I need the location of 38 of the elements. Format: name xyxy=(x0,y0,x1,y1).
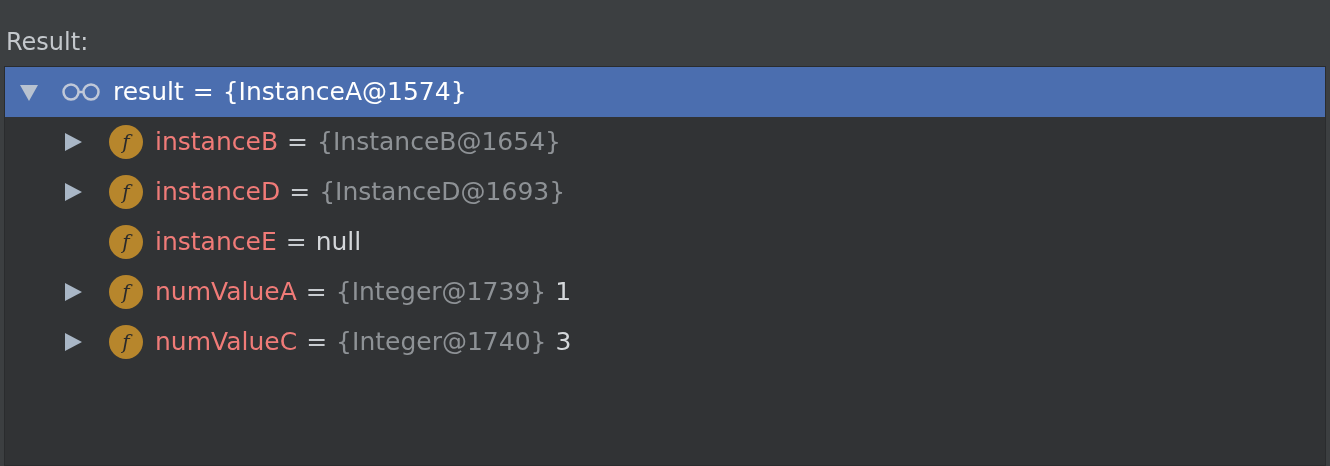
collapse-arrow-icon[interactable] xyxy=(19,82,39,102)
equals-sign: = xyxy=(192,76,214,109)
tree-row[interactable]: f instanceE = null xyxy=(5,217,1325,267)
tree-row[interactable]: f numValueC = {Integer@1740} 3 xyxy=(5,317,1325,367)
variable-name: numValueC xyxy=(155,326,298,359)
field-icon: f xyxy=(109,225,143,259)
expand-arrow-icon[interactable] xyxy=(63,182,83,202)
tree-row[interactable]: f instanceB = {InstanceB@1654} xyxy=(5,117,1325,167)
variable-name: result xyxy=(113,76,184,109)
variable-name: instanceB xyxy=(155,126,279,159)
expand-arrow-icon[interactable] xyxy=(63,332,83,352)
field-icon: f xyxy=(109,275,143,309)
field-icon: f xyxy=(109,125,143,159)
variable-name: numValueA xyxy=(155,276,297,309)
tree-row[interactable]: f numValueA = {Integer@1739} 1 xyxy=(5,267,1325,317)
variable-value: 3 xyxy=(555,326,572,359)
variable-value: null xyxy=(315,226,362,259)
object-reference: {InstanceA@1574} xyxy=(222,76,467,109)
glasses-icon xyxy=(61,82,101,102)
tree-row[interactable]: result = {InstanceA@1574} xyxy=(5,67,1325,117)
result-label: Result: xyxy=(6,27,89,58)
expand-arrow-icon[interactable] xyxy=(63,282,83,302)
expand-arrow-icon[interactable] xyxy=(63,132,83,152)
field-icon: f xyxy=(109,175,143,209)
variable-value: 1 xyxy=(555,276,572,309)
equals-sign: = xyxy=(306,326,328,359)
variable-name: instanceE xyxy=(155,226,277,259)
object-reference: {InstanceB@1654} xyxy=(317,126,561,159)
object-reference: {InstanceD@1693} xyxy=(319,176,566,209)
object-reference: {Integer@1739} xyxy=(335,276,547,309)
equals-sign: = xyxy=(289,176,311,209)
equals-sign: = xyxy=(287,126,308,159)
equals-sign: = xyxy=(285,226,307,259)
equals-sign: = xyxy=(305,276,327,309)
object-reference: {Integer@1740} xyxy=(336,326,547,359)
variable-name: instanceD xyxy=(155,176,281,209)
field-icon: f xyxy=(109,325,143,359)
tree-row[interactable]: f instanceD = {InstanceD@1693} xyxy=(5,167,1325,217)
